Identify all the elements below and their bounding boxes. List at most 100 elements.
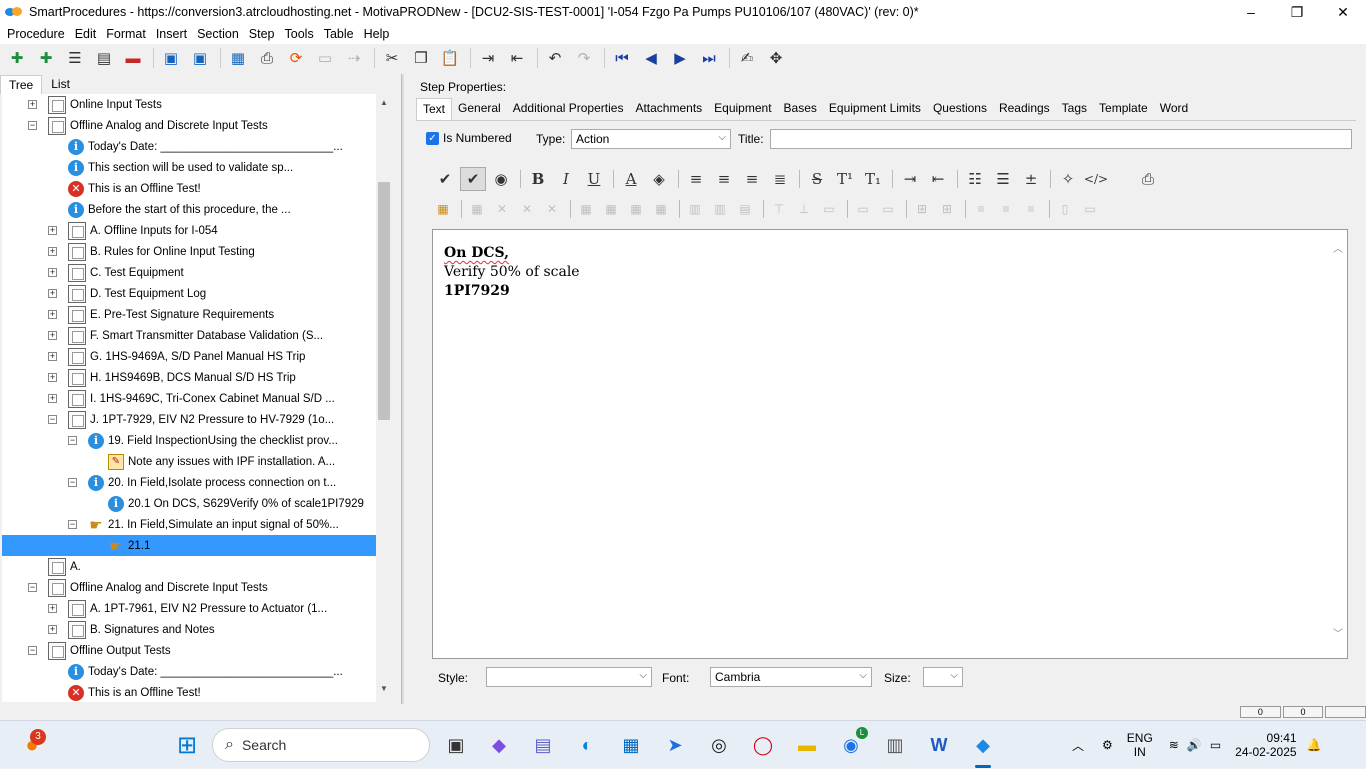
tab-equipment[interactable]: Equipment [708, 98, 777, 120]
tab-text[interactable]: Text [416, 98, 453, 120]
menu-step[interactable]: Step [244, 27, 280, 41]
align-center-icon[interactable]: ≡ [711, 167, 737, 191]
tree-item[interactable]: − Offline Analog and Discrete Input Tests [2, 577, 376, 598]
cell-edit-icon[interactable]: ▦ [650, 199, 672, 219]
collapse-icon[interactable]: − [68, 520, 77, 529]
horizontal-line-icon[interactable]: ± [1018, 167, 1044, 191]
tree-item[interactable]: + H. 1HS9469B, DCS Manual S/D HS Trip [2, 367, 376, 388]
insert-column-left-icon[interactable]: ▥ [684, 199, 706, 219]
tree-item[interactable]: + A. Offline Inputs for I-054 [2, 220, 376, 241]
tree-item[interactable]: + G. 1HS-9469A, S/D Panel Manual HS Trip [2, 346, 376, 367]
language-indicator[interactable]: ENG IN [1127, 731, 1153, 759]
save-all-icon[interactable]: ▣ [187, 46, 213, 70]
tree-item[interactable]: ✎ Note any issues with IPF installation. … [2, 451, 376, 472]
step-text-editor[interactable]: On DCS, Verify 50% of scale 1PI7929 ︿ ﹀ [432, 229, 1348, 659]
style-select[interactable]: ⌵ [486, 667, 652, 687]
menu-section[interactable]: Section [192, 27, 244, 41]
subscript-icon[interactable]: T₁ [860, 167, 886, 191]
expand-icon[interactable]: + [48, 394, 57, 403]
type-select[interactable]: Action ⌵ [571, 129, 731, 149]
clock[interactable]: 09:41 24-02-2025 [1235, 731, 1296, 759]
tree-item[interactable]: ✕ This is an Offline Test! [2, 682, 376, 702]
taskbar-search[interactable]: ⌕ Search [212, 728, 430, 762]
expand-icon[interactable]: + [48, 373, 57, 382]
tree-item[interactable]: + E. Pre-Test Signature Requirements [2, 304, 376, 325]
decrease-indent-icon[interactable]: ⇤ [925, 167, 951, 191]
expand-icon[interactable]: + [48, 331, 57, 340]
tree-item[interactable]: i 20.1 On DCS, S629Verify 0% of scale1PI7… [2, 493, 376, 514]
print-preview-icon[interactable]: ⎙ [1135, 167, 1161, 191]
menu-format[interactable]: Format [101, 27, 151, 41]
insert-row-icon[interactable]: ▤ [734, 199, 756, 219]
outdent-icon[interactable]: ⇤ [504, 46, 530, 70]
tree-item[interactable]: + D. Test Equipment Log [2, 283, 376, 304]
tree-item[interactable]: − i 20. In Field,Isolate process connectio… [2, 472, 376, 493]
task-view-icon[interactable]: ▣ [440, 729, 472, 761]
scroll-down-icon[interactable]: ▼ [376, 684, 392, 698]
is-numbered-checkbox[interactable]: ✓ Is Numbered [426, 131, 512, 145]
numbered-list-icon[interactable]: ☰ [990, 167, 1016, 191]
align-middle-icon[interactable]: ≡ [995, 199, 1017, 219]
spellcheck-as-you-type-icon[interactable]: ✔ [460, 167, 486, 191]
expand-icon[interactable]: + [48, 352, 57, 361]
insert-column-right-icon[interactable]: ▥ [709, 199, 731, 219]
tab-attachments[interactable]: Attachments [629, 98, 708, 120]
panel-splitter[interactable] [401, 74, 404, 704]
tab-additional-properties[interactable]: Additional Properties [507, 98, 630, 120]
expand-icon[interactable]: + [48, 247, 57, 256]
split-vertical-icon[interactable]: ⊞ [936, 199, 958, 219]
expand-icon[interactable]: + [48, 604, 57, 613]
menu-insert[interactable]: Insert [151, 27, 192, 41]
teams-icon[interactable]: ▤ [527, 729, 559, 761]
add-child-icon[interactable]: ✚ [33, 46, 59, 70]
tree-item[interactable]: − ☛ 21. In Field,Simulate an input signal … [2, 514, 376, 535]
app-icon[interactable]: ➤ [659, 729, 691, 761]
cut-icon[interactable]: ✂ [379, 46, 405, 70]
print-icon[interactable]: ⎙ [254, 46, 280, 70]
delete-column-icon[interactable]: ✕ [541, 199, 563, 219]
merge-cells-icon[interactable]: ▭ [852, 199, 874, 219]
expand-icon[interactable]: + [48, 226, 57, 235]
insert-row-below-icon[interactable]: ⊥ [793, 199, 815, 219]
tree-item[interactable]: i Today's Date: _________________________… [2, 136, 376, 157]
tree-item[interactable]: i This section will be used to validate s… [2, 157, 376, 178]
tab-bases[interactable]: Bases [778, 98, 823, 120]
refresh-icon[interactable]: ⟳ [283, 46, 309, 70]
outline-icon[interactable]: ▤ [91, 46, 117, 70]
bullet-list-icon[interactable]: ☷ [962, 167, 988, 191]
size-select[interactable]: ⌵ [923, 667, 963, 687]
cell-edit-icon[interactable]: ▦ [625, 199, 647, 219]
tree-item[interactable]: − Offline Analog and Discrete Input Tests [2, 115, 376, 136]
scroll-down-icon[interactable]: ﹀ [1333, 625, 1343, 640]
bold-icon[interactable]: B [525, 167, 551, 191]
redirect-icon[interactable]: ⇢ [341, 46, 367, 70]
next-icon[interactable]: ▶ [667, 46, 693, 70]
align-left-icon[interactable]: ≡ [683, 167, 709, 191]
superscript-icon[interactable]: T¹ [832, 167, 858, 191]
tree-item[interactable]: + I. 1HS-9469C, Tri-Conex Cabinet Manual … [2, 388, 376, 409]
undo-icon[interactable]: ↶ [542, 46, 568, 70]
table-properties-icon[interactable]: ▦ [466, 199, 488, 219]
insert-row-above-icon[interactable]: ⊤ [768, 199, 790, 219]
collapse-icon[interactable]: − [28, 121, 37, 130]
split-horizontal-icon[interactable]: ⊞ [911, 199, 933, 219]
expand-icon[interactable]: + [48, 289, 57, 298]
last-icon[interactable]: ⏭ [696, 46, 722, 70]
scrollbar-thumb[interactable] [378, 182, 390, 420]
clear-format-icon[interactable]: ✧ [1055, 167, 1081, 191]
tree-item[interactable]: − J. 1PT-7929, EIV N2 Pressure to HV-7929… [2, 409, 376, 430]
collapse-icon[interactable]: − [68, 436, 77, 445]
volume-icon[interactable]: 🔊 [1187, 738, 1202, 752]
export-icon[interactable]: ▦ [225, 46, 251, 70]
store-icon[interactable]: ▦ [615, 729, 647, 761]
delete-table-icon[interactable]: ✕ [491, 199, 513, 219]
paste-icon[interactable]: 📋 [437, 46, 463, 70]
insert-table-icon[interactable]: ▦ [432, 199, 454, 219]
tree-item[interactable]: + A. 1PT-7961, EIV N2 Pressure to Actuato… [2, 598, 376, 619]
tree-item[interactable]: − i 19. Field InspectionUsing the checklis… [2, 430, 376, 451]
font-color-icon[interactable]: A [618, 167, 644, 191]
tree-item[interactable]: + F. Smart Transmitter Database Validatio… [2, 325, 376, 346]
row-height-icon[interactable]: ▭ [1079, 199, 1101, 219]
symbol-icon[interactable]: ◉ [488, 167, 514, 191]
word-icon[interactable]: W [923, 729, 955, 761]
